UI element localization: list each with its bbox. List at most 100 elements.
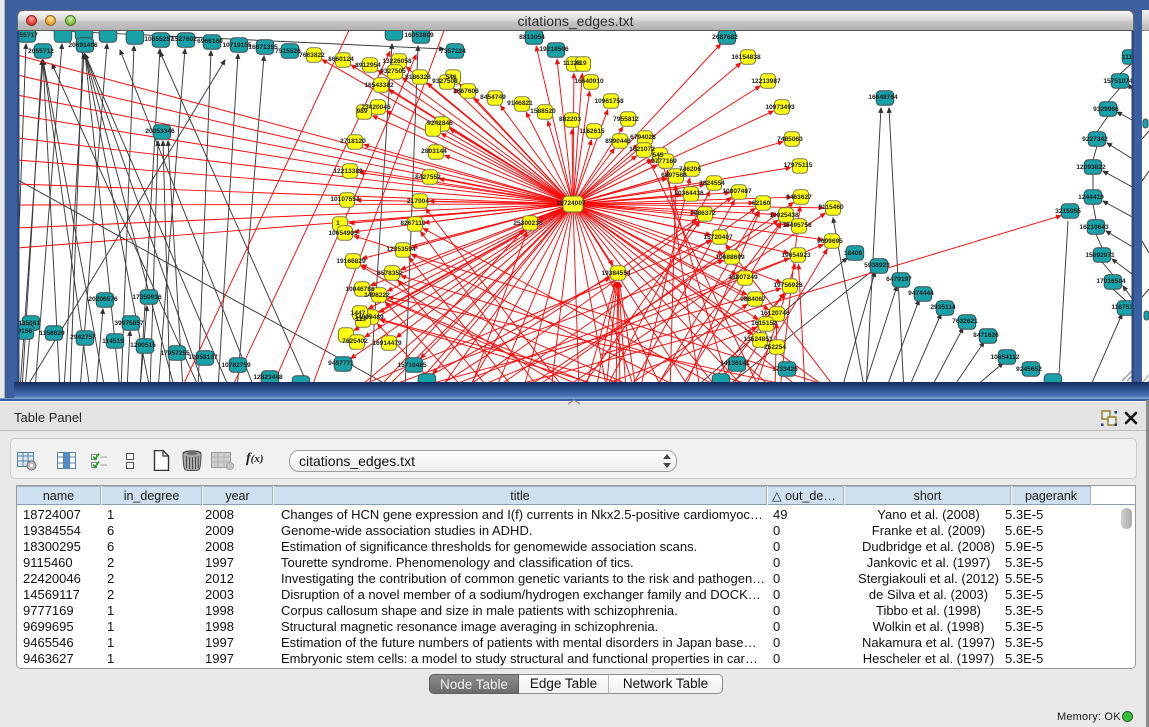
svg-text:2687682: 2687682 xyxy=(712,34,738,41)
svg-text:10654905: 10654905 xyxy=(328,230,358,237)
svg-text:16543382: 16543382 xyxy=(364,82,394,89)
svg-text:16210643: 16210643 xyxy=(1079,224,1109,231)
svg-text:1615152: 1615152 xyxy=(751,320,777,327)
svg-text:9327505: 9327505 xyxy=(380,68,406,75)
svg-text:8912954: 8912954 xyxy=(355,62,381,69)
svg-text:9777169: 9777169 xyxy=(651,158,677,165)
svg-text:7632621: 7632621 xyxy=(952,318,978,325)
svg-text:16640910: 16640910 xyxy=(574,78,604,85)
svg-text:19654923: 19654923 xyxy=(781,252,811,259)
svg-text:252254: 252254 xyxy=(764,344,786,351)
svg-text:16914479: 16914479 xyxy=(372,340,402,347)
svg-text:1162615: 1162615 xyxy=(579,128,605,135)
svg-text:9474444: 9474444 xyxy=(908,290,934,297)
svg-text:8454749: 8454749 xyxy=(480,94,506,101)
svg-text:7357224: 7357224 xyxy=(440,48,466,55)
svg-text:2803144: 2803144 xyxy=(421,148,447,155)
svg-text:10654112: 10654112 xyxy=(991,354,1020,361)
svg-text:15720407: 15720407 xyxy=(703,234,733,241)
svg-text:10958137: 10958137 xyxy=(188,354,218,361)
svg-text:217004: 217004 xyxy=(407,198,429,205)
svg-text:1527602: 1527602 xyxy=(171,36,197,43)
svg-text:1498222: 1498222 xyxy=(364,292,390,299)
svg-text:7663822: 7663822 xyxy=(299,52,325,59)
svg-text:12093822: 12093822 xyxy=(1076,164,1106,171)
svg-text:8990448: 8990448 xyxy=(605,138,631,145)
svg-text:20364436: 20364436 xyxy=(674,190,704,197)
svg-text:7485063: 7485063 xyxy=(777,136,803,143)
svg-text:18807249: 18807249 xyxy=(728,274,758,281)
svg-text:5938923: 5938923 xyxy=(864,262,890,269)
svg-text:989: 989 xyxy=(356,108,367,115)
svg-text:8186328: 8186328 xyxy=(405,74,431,81)
svg-text:16671355: 16671355 xyxy=(248,44,278,51)
svg-text:18495758: 18495758 xyxy=(782,222,812,229)
svg-text:2935114: 2935114 xyxy=(930,304,956,311)
svg-text:12353594: 12353594 xyxy=(386,246,416,253)
svg-text:1244419: 1244419 xyxy=(1078,194,1104,201)
svg-text:9227342: 9227342 xyxy=(1082,136,1108,143)
svg-text:10782759: 10782759 xyxy=(221,362,251,369)
svg-text:1156829: 1156829 xyxy=(39,330,65,337)
svg-text:16120746: 16120746 xyxy=(760,310,790,317)
svg-text:19218506: 19218506 xyxy=(539,46,569,53)
svg-text:1447: 1447 xyxy=(351,310,366,317)
svg-text:8578352: 8578352 xyxy=(377,270,403,277)
svg-text:17359936: 17359936 xyxy=(132,294,162,301)
svg-text:2718120: 2718120 xyxy=(340,138,366,145)
svg-text:19166829: 19166829 xyxy=(336,258,366,265)
svg-text:7625402: 7625402 xyxy=(342,338,368,345)
svg-text:9329966: 9329966 xyxy=(1093,106,1119,113)
svg-text:12213987: 12213987 xyxy=(751,78,781,85)
svg-text:19384554: 19384554 xyxy=(601,270,631,277)
svg-text:9457771: 9457771 xyxy=(328,360,354,367)
svg-text:3215955: 3215955 xyxy=(1055,208,1081,215)
svg-text:18724007: 18724007 xyxy=(556,200,586,207)
svg-text:20053346: 20053346 xyxy=(145,128,175,135)
svg-text:9327508: 9327508 xyxy=(432,78,458,85)
svg-text:18409: 18409 xyxy=(844,250,863,257)
svg-text:9146821: 9146821 xyxy=(507,100,533,107)
svg-text:13524851: 13524851 xyxy=(743,336,773,343)
svg-text:10107554: 10107554 xyxy=(330,196,360,203)
svg-text:15716485: 15716485 xyxy=(397,362,427,369)
svg-text:62160: 62160 xyxy=(752,200,771,207)
svg-text:1588520: 1588520 xyxy=(530,108,556,115)
svg-text:20206576: 20206576 xyxy=(88,296,118,303)
svg-text:10688609: 10688609 xyxy=(715,254,745,261)
svg-text:2055712: 2055712 xyxy=(28,48,54,55)
svg-text:6497568: 6497568 xyxy=(661,172,687,179)
svg-text:6479197: 6479197 xyxy=(886,276,912,283)
svg-text:1167531: 1167531 xyxy=(1111,304,1134,311)
svg-text:8813054: 8813054 xyxy=(519,34,545,41)
svg-text:9463627: 9463627 xyxy=(786,194,812,201)
svg-text:114519: 114519 xyxy=(102,338,124,345)
svg-text:10655257: 10655257 xyxy=(144,36,174,43)
svg-text:1733426: 1733426 xyxy=(772,366,798,373)
svg-text:9115460: 9115460 xyxy=(818,204,844,211)
svg-text:2942757: 2942757 xyxy=(70,334,96,341)
svg-text:10025438: 10025438 xyxy=(769,212,799,219)
svg-text:20691406: 20691406 xyxy=(68,42,98,49)
svg-text:9242846: 9242846 xyxy=(427,120,453,127)
svg-text:1290515: 1290515 xyxy=(130,342,156,349)
svg-text:9884067: 9884067 xyxy=(740,296,766,303)
svg-text:8471626: 8471626 xyxy=(973,332,999,339)
svg-text:13226058: 13226058 xyxy=(382,58,412,65)
svg-text:12823448: 12823448 xyxy=(253,374,283,381)
svg-text:6966160: 6966160 xyxy=(197,38,223,45)
svg-text:15692971: 15692971 xyxy=(1085,252,1115,259)
svg-text:8427552: 8427552 xyxy=(415,174,441,181)
svg-text:882203: 882203 xyxy=(559,116,581,123)
svg-text:435061: 435061 xyxy=(18,320,40,327)
svg-text:16648764: 16648764 xyxy=(868,94,898,101)
svg-text:16053809: 16053809 xyxy=(404,32,434,39)
svg-text:1: 1 xyxy=(336,220,340,227)
svg-text:8267110: 8267110 xyxy=(400,220,426,227)
svg-text:17016504: 17016504 xyxy=(1096,278,1126,285)
svg-text:1621072: 1621072 xyxy=(629,146,655,153)
svg-text:419: 419 xyxy=(575,60,586,67)
svg-text:7886372: 7886372 xyxy=(690,210,716,217)
svg-text:9245652: 9245652 xyxy=(1016,366,1042,373)
svg-text:14136141: 14136141 xyxy=(720,360,750,367)
